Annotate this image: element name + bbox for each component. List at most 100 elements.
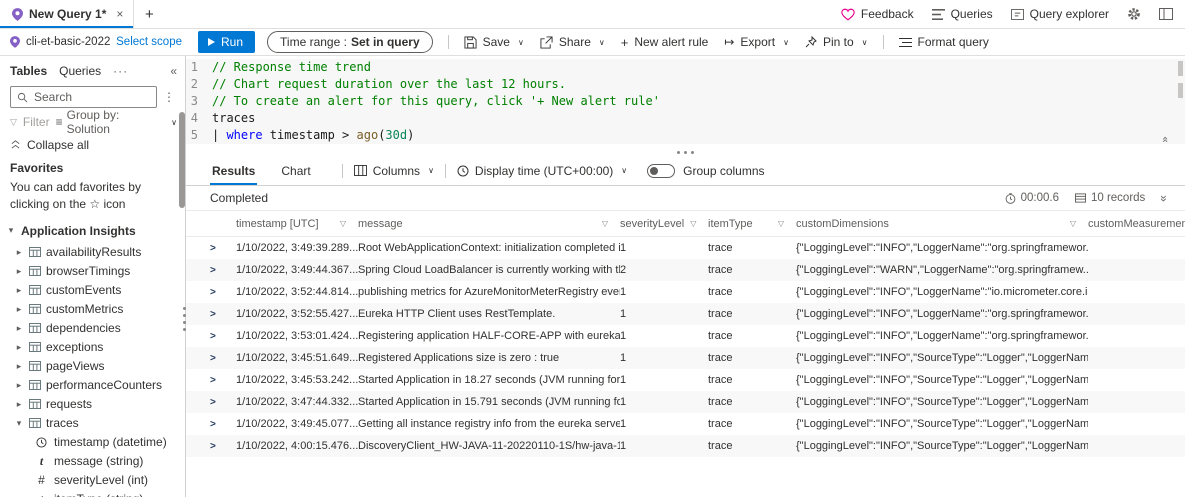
collapse-editor-icon[interactable]: « xyxy=(1159,136,1172,143)
layout-columns-icon[interactable] xyxy=(1159,8,1173,20)
row-expand-icon[interactable]: > xyxy=(210,281,236,303)
chevron-collapsed-icon[interactable]: ▸ xyxy=(14,247,24,258)
table-row[interactable]: >1/10/2022, 3:52:55.427... Eureka HTTP Cl… xyxy=(186,303,1185,325)
sidebar-tab-queries[interactable]: Queries xyxy=(59,64,101,78)
time-range-button[interactable]: Time range : Set in query xyxy=(267,31,433,53)
table-column-item[interactable]: timestamp (datetime) xyxy=(0,433,185,452)
queries-button[interactable]: Queries xyxy=(931,7,993,21)
row-expand-icon[interactable]: > xyxy=(210,391,236,413)
table-row[interactable]: >1/10/2022, 3:49:44.367... Spring Cloud L… xyxy=(186,259,1185,281)
row-expand-icon[interactable]: > xyxy=(210,325,236,347)
sidebar-table-item[interactable]: ▸ pageViews xyxy=(0,357,185,376)
share-button[interactable]: Share ∨ xyxy=(532,35,613,49)
query-editor[interactable]: 1 // Response time trend 2 // Chart request… xyxy=(186,56,1185,148)
editor-line[interactable]: 2 // Chart request duration over the last… xyxy=(186,76,1185,93)
toggle-switch-icon[interactable] xyxy=(647,163,676,178)
table-row[interactable]: >1/10/2022, 3:47:44.332... Started Applic… xyxy=(186,391,1185,413)
sidebar-table-item[interactable]: ▸ exceptions xyxy=(0,338,185,357)
select-scope-link[interactable]: Select scope xyxy=(116,36,182,48)
filter-icon[interactable]: ▽ xyxy=(690,219,696,228)
editor-line[interactable]: 5 | where timestamp > ago(30d) xyxy=(186,127,1185,144)
tab-new-query-1[interactable]: New Query 1* × xyxy=(0,0,135,28)
editor-line[interactable]: 3 // To create an alert for this query, c… xyxy=(186,93,1185,110)
sidebar-scrollbar[interactable] xyxy=(179,112,185,208)
editor-scrollbar-thumb[interactable] xyxy=(1178,83,1183,98)
sidebar-table-item[interactable]: ▸ browserTimings xyxy=(0,262,185,281)
chevron-expanded-icon[interactable]: ▾ xyxy=(14,418,24,429)
new-tab-button[interactable]: + xyxy=(134,0,164,28)
chevron-collapsed-icon[interactable]: ▸ xyxy=(14,323,24,334)
row-expand-icon[interactable]: > xyxy=(210,347,236,369)
row-expand-icon[interactable]: > xyxy=(210,259,236,281)
sidebar-tab-tables[interactable]: Tables xyxy=(10,64,47,78)
close-tab-icon[interactable]: × xyxy=(116,7,123,21)
pin-to-button[interactable]: Pin to ∨ xyxy=(797,35,876,49)
column-header[interactable]: severityLevel ▽ xyxy=(620,211,708,236)
table-row[interactable]: >1/10/2022, 3:53:01.424... Registering ap… xyxy=(186,325,1185,347)
filter-label[interactable]: Filter xyxy=(23,115,50,129)
columns-button[interactable]: Columns ∨ xyxy=(350,164,438,178)
format-query-button[interactable]: Format query xyxy=(891,35,997,49)
row-expand-icon[interactable]: > xyxy=(210,237,236,259)
more-tabs-icon[interactable]: ··· xyxy=(113,64,128,78)
row-expand-icon[interactable]: > xyxy=(210,413,236,435)
sidebar-table-item[interactable]: ▸ performanceCounters xyxy=(0,376,185,395)
table-column-item[interactable]: t itemType (string) xyxy=(0,490,185,497)
application-insights-group[interactable]: ▾ Application Insights xyxy=(0,215,185,243)
expand-results-icon[interactable]: » xyxy=(1157,195,1171,201)
sidebar-table-item[interactable]: ▸ availabilityResults xyxy=(0,243,185,262)
sidebar-table-item[interactable]: ▸ customMetrics xyxy=(0,300,185,319)
column-header[interactable]: message ▽ xyxy=(358,211,620,236)
table-row[interactable]: >1/10/2022, 3:49:45.077... Getting all in… xyxy=(186,413,1185,435)
group-columns-toggle[interactable]: Group columns xyxy=(647,163,765,178)
group-by-dropdown[interactable]: ≡ Group by: Solution ∨ xyxy=(56,108,177,136)
run-button[interactable]: Run xyxy=(198,31,256,53)
new-alert-rule-button[interactable]: + New alert rule xyxy=(613,35,717,50)
kebab-menu-icon[interactable]: ⋮ xyxy=(161,90,177,104)
editor-line[interactable]: 4 traces xyxy=(186,110,1185,127)
filter-icon[interactable]: ▽ xyxy=(778,219,784,228)
row-expand-icon[interactable]: > xyxy=(210,369,236,391)
search-input[interactable] xyxy=(34,90,150,104)
save-button[interactable]: Save ∨ xyxy=(456,35,532,49)
table-column-item[interactable]: # severityLevel (int) xyxy=(0,471,185,490)
row-expand-icon[interactable]: > xyxy=(210,435,236,457)
editor-results-splitter[interactable] xyxy=(186,148,1185,156)
row-expand-icon[interactable]: > xyxy=(210,303,236,325)
collapse-sidebar-icon[interactable]: « xyxy=(170,64,177,78)
display-time-button[interactable]: Display time (UTC+00:00) ∨ xyxy=(453,164,631,178)
table-row[interactable]: >1/10/2022, 4:00:15.476... DiscoveryClien… xyxy=(186,435,1185,457)
search-box[interactable] xyxy=(10,86,157,108)
column-header[interactable]: customMeasurements xyxy=(1088,211,1185,236)
collapse-all-button[interactable]: Collapse all xyxy=(0,134,185,155)
column-header[interactable]: customDimensions ▽ xyxy=(796,211,1088,236)
column-header[interactable]: timestamp [UTC] ▽ xyxy=(236,211,358,236)
chevron-collapsed-icon[interactable]: ▸ xyxy=(14,285,24,296)
tab-results[interactable]: Results xyxy=(210,156,258,185)
export-button[interactable]: ↦ Export ∨ xyxy=(716,35,797,49)
tab-chart[interactable]: Chart xyxy=(279,156,312,185)
sidebar-table-item[interactable]: ▸ customEvents xyxy=(0,281,185,300)
sidebar-table-item[interactable]: ▸ requests xyxy=(0,395,185,414)
chevron-collapsed-icon[interactable]: ▸ xyxy=(14,266,24,277)
filter-icon[interactable]: ▽ xyxy=(340,219,346,228)
sidebar-table-item[interactable]: ▸ dependencies xyxy=(0,319,185,338)
filter-icon[interactable]: ▽ xyxy=(1070,219,1076,228)
table-row[interactable]: >1/10/2022, 3:52:44.814... publishing met… xyxy=(186,281,1185,303)
editor-line[interactable]: 1 // Response time trend xyxy=(186,59,1185,76)
sidebar-splitter-handle[interactable] xyxy=(183,314,186,317)
filter-icon[interactable]: ▽ xyxy=(602,219,608,228)
sidebar-table-item[interactable]: ▾ traces xyxy=(0,414,185,433)
feedback-button[interactable]: Feedback xyxy=(841,7,914,21)
table-row[interactable]: >1/10/2022, 3:49:39.289... Root WebApplic… xyxy=(186,237,1185,259)
chevron-collapsed-icon[interactable]: ▸ xyxy=(14,380,24,391)
chevron-collapsed-icon[interactable]: ▸ xyxy=(14,304,24,315)
chevron-collapsed-icon[interactable]: ▸ xyxy=(14,361,24,372)
table-column-item[interactable]: t message (string) xyxy=(0,452,185,471)
editor-scrollbar-thumb[interactable] xyxy=(1178,61,1183,76)
chevron-collapsed-icon[interactable]: ▸ xyxy=(14,342,24,353)
settings-gear-icon[interactable] xyxy=(1127,7,1141,21)
chevron-collapsed-icon[interactable]: ▸ xyxy=(14,399,24,410)
query-explorer-button[interactable]: Query explorer xyxy=(1010,7,1109,21)
table-row[interactable]: >1/10/2022, 3:45:51.649... Registered App… xyxy=(186,347,1185,369)
